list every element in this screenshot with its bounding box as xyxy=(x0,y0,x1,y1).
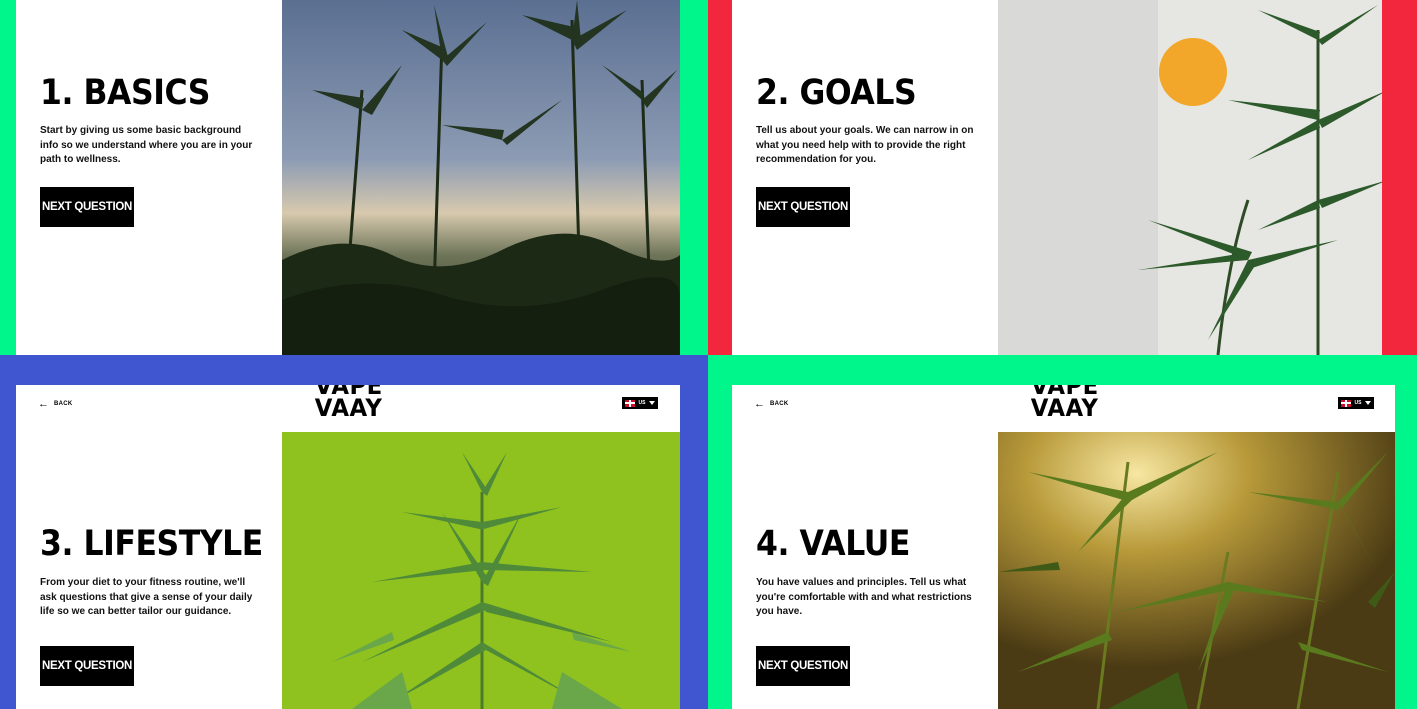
language-code: US xyxy=(638,400,646,406)
screen-description: Start by giving us some basic background… xyxy=(40,125,253,165)
arrow-left-icon: ← xyxy=(38,398,49,410)
screen-goals: 2. GOALS Tell us about your goals. We ca… xyxy=(732,0,1395,355)
screen-description: Tell us about your goals. We can narrow … xyxy=(756,125,974,165)
screen-title: 2. GOALS xyxy=(756,73,917,113)
indoor-grow-cannabis-photo xyxy=(998,432,1395,709)
arrow-left-icon: ← xyxy=(754,398,765,410)
language-selector[interactable]: US xyxy=(1338,397,1374,409)
language-code: US xyxy=(1354,400,1362,406)
screen-basics: 1. BASICS Start by giving us some basic … xyxy=(16,0,680,355)
screen-value-frame: ← BACK VAPE VAAY US 4. VALUE You have va… xyxy=(708,355,1417,709)
caret-down-icon xyxy=(1364,401,1371,405)
screen-basics-frame: 1. BASICS Start by giving us some basic … xyxy=(0,0,708,355)
screen-goals-frame: 2. GOALS Tell us about your goals. We ca… xyxy=(708,0,1417,355)
screen-lifestyle: ← BACK VAPE VAAY US 3. LIFESTYLE From yo… xyxy=(16,385,680,709)
logo-line-2: VAAY xyxy=(1030,394,1099,422)
next-question-button[interactable]: NEXT QUESTION xyxy=(40,646,134,686)
screen-value: ← BACK VAPE VAAY US 4. VALUE You have va… xyxy=(732,385,1395,709)
next-question-button[interactable]: NEXT QUESTION xyxy=(756,646,850,686)
back-label: BACK xyxy=(770,401,789,407)
back-button[interactable]: ← BACK xyxy=(754,398,789,410)
screen-description: You have values and principles. Tell us … xyxy=(756,577,972,617)
screen-title: 4. VALUE xyxy=(756,524,910,564)
sunset-cannabis-field-photo xyxy=(282,0,680,355)
next-question-button[interactable]: NEXT QUESTION xyxy=(756,187,850,227)
language-selector[interactable]: US xyxy=(622,397,658,409)
screen-description: From your diet to your fitness routine, … xyxy=(40,577,253,617)
logo-line-2: VAAY xyxy=(314,394,383,422)
brand-logo[interactable]: VAPE VAAY xyxy=(314,385,383,422)
cannabis-plant-green-background-photo xyxy=(282,432,680,709)
brand-logo[interactable]: VAPE VAAY xyxy=(1030,385,1099,422)
uk-flag-icon xyxy=(625,399,635,407)
cannabis-plant-wall-photo xyxy=(998,0,1395,355)
caret-down-icon xyxy=(648,401,655,405)
back-label: BACK xyxy=(54,401,73,407)
uk-flag-icon xyxy=(1341,399,1351,407)
screen-lifestyle-frame: ← BACK VAPE VAAY US 3. LIFESTYLE From yo… xyxy=(0,355,708,709)
screen-title: 3. LIFESTYLE xyxy=(40,524,263,564)
next-question-button[interactable]: NEXT QUESTION xyxy=(40,187,134,227)
screen-title: 1. BASICS xyxy=(40,73,210,113)
back-button[interactable]: ← BACK xyxy=(38,398,73,410)
